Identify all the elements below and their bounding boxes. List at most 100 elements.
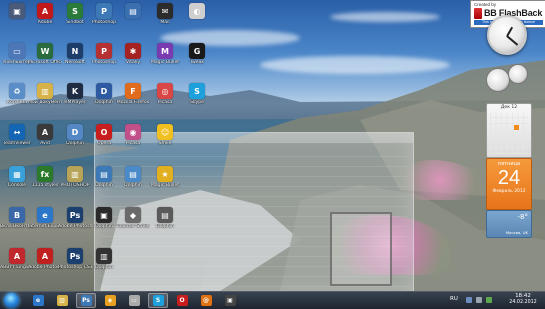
desktop-icon[interactable]: ▥ Dolphin [89,248,119,279]
bbflashback-logo-icon [474,8,482,19]
desktop-icon[interactable]: eInternet Explorer [28,207,62,238]
weather-gadget[interactable]: -8° Москва, UK [486,210,532,238]
cpu-meter-gadget[interactable] [486,64,534,94]
desktop-icon-image: ↔ [9,124,25,140]
desktop-icon-image: A [37,124,53,140]
desktop-icon[interactable]: ▤ [118,3,148,34]
desktop-icon-image: ▭ [9,43,25,59]
desktop-icon[interactable]: ↔ TeamViewer [2,124,32,155]
desktop-icon-image: ♻ [9,83,25,99]
agent-icon: @ [200,295,212,306]
desktop-icon-image: D [96,83,112,99]
taskbar-photoshop-button[interactable]: Ps [76,293,96,308]
desktop-icon-image: ▥ [67,166,83,182]
taskbar-opera-button[interactable]: O [172,293,192,308]
desktop-icon-label: Adobe Photoshop [28,265,62,270]
desktop-icon[interactable]: P Photoshop [89,43,119,74]
desktop-icon-label: Avid [40,141,50,146]
desktop-icon[interactable]: M Magic Bullet [150,43,180,74]
desktop-icon[interactable]: G Tweak [182,43,212,74]
desktop-icon[interactable]: ▦ Сonsole [2,166,32,197]
language-indicator[interactable]: RU [450,296,458,302]
clock-date: 24.02.2012 [509,300,537,305]
desktop-icon[interactable]: AAdobe Photoshop [28,248,62,279]
desktop-icon[interactable]: D Dolphin [89,83,119,114]
network-icon[interactable] [466,297,472,303]
desktop-icon[interactable]: PsAdobe Photoshop [58,207,92,238]
desktop-icon[interactable]: O Opera [89,124,119,155]
desktop-icon[interactable]: ▣ [2,3,32,34]
desktop-icon[interactable]: ◐ [182,3,212,34]
desktop-icon[interactable]: ◆ Counter Strike [116,207,150,238]
desktop-icon[interactable]: S Skype [182,83,212,114]
clock-minute-hand [506,35,519,46]
desktop-icon-image: ▤ [125,3,141,19]
desktop-icon-label: Dolphin [124,183,142,188]
desktop-icon-image: Ps [67,207,83,223]
cpu-dial [486,68,510,92]
desktop-icon[interactable]: W Microsoft Office [28,43,62,74]
desktop-icon[interactable]: BВкла Вконтакте [0,207,34,238]
desktop-icon-label: Picasa [157,100,173,105]
date-day: 24 [497,167,521,189]
desktop-icon[interactable]: fx 1115 styles [30,166,60,197]
desktop-icon[interactable]: ★ Magic Bullet [150,166,180,197]
desktop-icon[interactable]: ◉ Picasa [118,124,148,155]
desktop-icon[interactable]: ♻ Корзина [2,83,32,114]
desktop-icon-image: ◎ [157,83,173,99]
desktop-icon-image: ▥ [96,248,112,264]
desktop-icon[interactable]: A Adobe [30,3,60,34]
desktop-icon-label: Mozilla Firefox [116,100,150,105]
taskbar-agent-button[interactable]: @ [196,293,216,308]
weather-temp: -8° [517,213,528,221]
desktop-icon[interactable]: ▣ Dolphin [89,207,119,238]
desktop-icon[interactable]: ▤ Dolphin [118,166,148,197]
taskbar-window-button[interactable]: ▭ [124,293,144,308]
desktop-icon-image: ▣ [9,3,25,19]
desktop-icon[interactable]: K КМPlayer [60,83,90,114]
desktop-icon[interactable]: P Photoshop [89,3,119,34]
desktop-icon-label: Magic Bullet [150,60,180,65]
ie-icon: e [32,295,44,306]
desktop-icon[interactable]: ▥Мои документы [28,83,62,114]
desktop-icon[interactable]: ◎ Picasa [150,83,180,114]
desktop-icon[interactable]: AABBYY Lingvo x3 [0,248,34,279]
desktop-icon-image: ✱ [125,43,141,59]
desktop-icon-label: Photoshop [91,20,117,25]
date-month-year: Февраль 2012 [492,189,526,194]
desktop-icon[interactable]: ▤ Dolphin [150,207,180,238]
taskbar-ie-button[interactable]: e [28,293,48,308]
taskbar: e ▥ Ps ◈ ▭ S O @ ▣ RU 18:42 24.02.2012 [0,291,545,309]
desktop-icon-image: ✉ [157,3,173,19]
desktop-icon[interactable]: A Avid [30,124,60,155]
desktop-icon-label: Tweak [189,60,205,65]
clock-gadget[interactable] [487,15,527,55]
desktop-icon-label: Vitaliy [125,60,141,65]
desktop-icon[interactable]: ▤ Dolphin [89,166,119,197]
desktop-icon[interactable]: ✱ Vitaliy [118,43,148,74]
volume-icon[interactable] [476,297,482,303]
desktop-icon-image: ◐ [189,3,205,19]
date-gadget[interactable]: пятница 24 Февраль 2012 [486,158,532,210]
desktop-icon[interactable]: Ps Photoshop CS3 [58,248,92,279]
desktop-icon[interactable]: N NeroSoft [60,43,90,74]
system-clock[interactable]: 18:42 24.02.2012 [504,293,542,306]
desktop-icon-label: Mail [160,20,170,25]
desktop-icon-image: ▣ [96,207,112,223]
desktop-icon-image: Ps [67,248,83,264]
taskbar-winamp-button[interactable]: ◈ [100,293,120,308]
taskbar-skype-button[interactable]: S [148,293,168,308]
start-button[interactable] [4,293,19,308]
desktop-icon[interactable]: ☺ Smile [150,124,180,155]
taskbar-explorer-button[interactable]: ▥ [52,293,72,308]
desktop-icon[interactable]: ▥ PHOTOSHOP [60,166,90,197]
desktop-icon[interactable]: F Mozilla Firefox [116,83,150,114]
desktop-icon[interactable]: ▭ Компьютер [2,43,32,74]
desktop-icon-image: ▤ [125,166,141,182]
calendar-gadget[interactable]: Дек 12 [486,103,532,158]
desktop-icon[interactable]: S Sindbot [60,3,90,34]
desktop-icon[interactable]: ✉ Mail [150,3,180,34]
taskbar-avid-button[interactable]: ▣ [220,293,240,308]
tray-app-icon[interactable] [486,297,492,303]
desktop-icon[interactable]: D Dolphin [60,124,90,155]
